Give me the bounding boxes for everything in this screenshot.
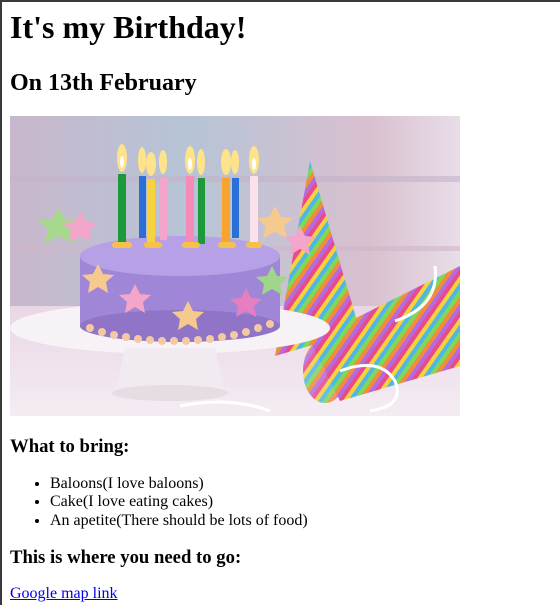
list-item: Cake(I love eating cakes) bbox=[50, 493, 560, 511]
page-subtitle: On 13th February bbox=[10, 70, 197, 96]
page-title: It's my Birthday! bbox=[10, 9, 247, 45]
google-map-link[interactable]: Google map link bbox=[10, 585, 118, 603]
location-heading: This is where you need to go: bbox=[10, 547, 242, 569]
bring-list: Baloons(I love baloons) Cake(I love eati… bbox=[10, 475, 560, 530]
bring-heading: What to bring: bbox=[10, 436, 130, 457]
page-content: It's my Birthday! On 13th February What … bbox=[0, 0, 560, 603]
birthday-cake-image bbox=[10, 116, 460, 416]
list-item: An apetite(There should be lots of food) bbox=[50, 512, 560, 530]
list-item: Baloons(I love baloons) bbox=[50, 475, 560, 493]
